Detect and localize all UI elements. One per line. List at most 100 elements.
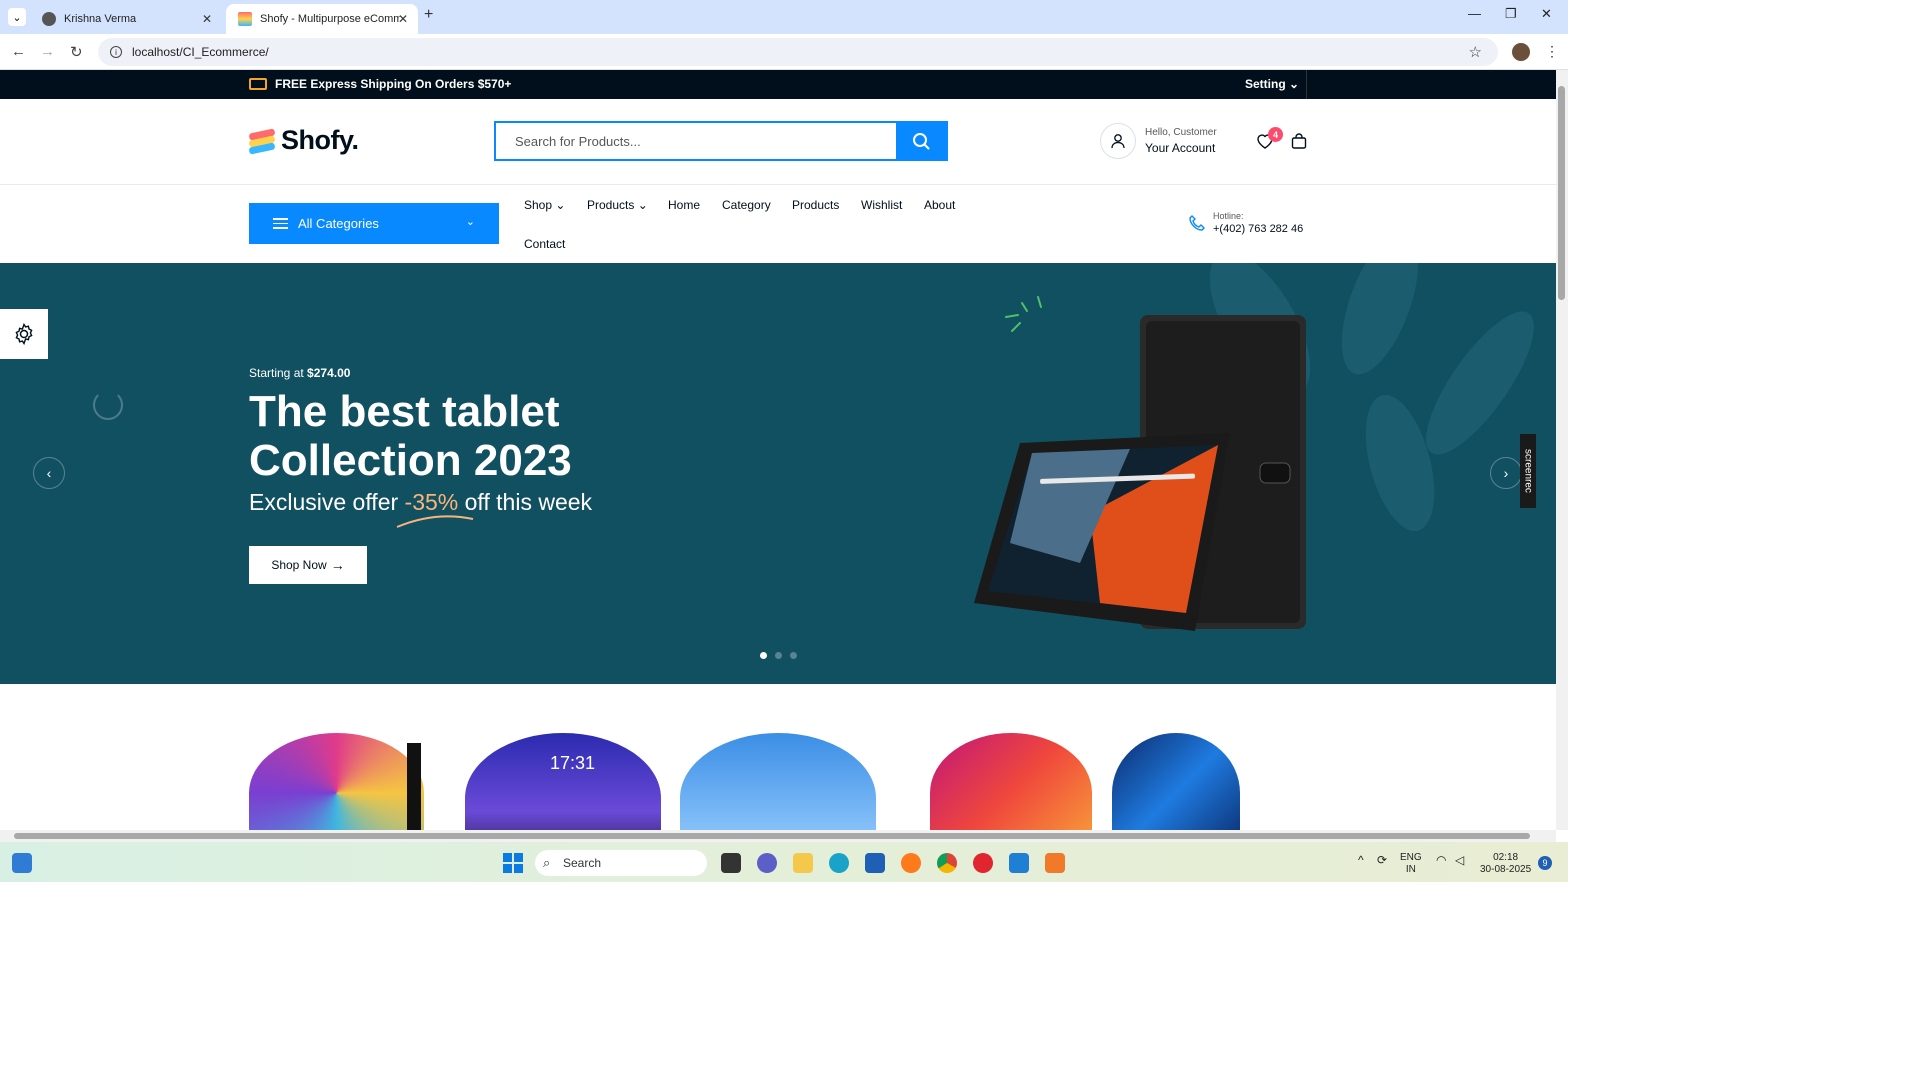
address-bar-row: ← → ↻ i localhost/CI_Ecommerce/ ☆: [0, 34, 1568, 70]
category-thumb-5[interactable]: [1112, 733, 1240, 830]
hotline: Hotline: +(402) 763 282 46: [1188, 211, 1303, 235]
notification-badge[interactable]: 9: [1538, 856, 1552, 870]
slider-dot-3[interactable]: [790, 652, 797, 659]
window-close-icon[interactable]: ✕: [1541, 6, 1552, 22]
profile-avatar[interactable]: [1512, 43, 1530, 61]
wifi-icon[interactable]: ◠: [1436, 854, 1446, 866]
lang-line1: ENG: [1400, 852, 1422, 863]
slider-dot-2[interactable]: [775, 652, 782, 659]
new-tab-button[interactable]: +: [424, 6, 433, 24]
close-tab-icon[interactable]: ✕: [398, 12, 408, 26]
hero-title-line2: Collection 2023: [249, 436, 572, 485]
nav-item-wishlist[interactable]: Wishlist: [861, 198, 902, 212]
restore-icon[interactable]: ❐: [1505, 6, 1517, 22]
starting-prefix: Starting at: [249, 366, 304, 380]
category-thumb-2[interactable]: 17:31: [465, 733, 661, 830]
category-image: [465, 733, 661, 830]
user-icon: [1100, 123, 1136, 159]
firefox-icon[interactable]: [901, 853, 921, 873]
chevron-down-icon: ⌄: [1289, 77, 1300, 91]
teams-chat-icon[interactable]: [757, 853, 777, 873]
xampp-icon[interactable]: [1045, 853, 1065, 873]
taskbar-search[interactable]: ⌕ Search: [535, 850, 707, 876]
scroll-thumb[interactable]: [1558, 86, 1565, 300]
promo-topbar: FREE Express Shipping On Orders $570+ Se…: [0, 70, 1556, 99]
category-thumb-4[interactable]: [930, 733, 1092, 830]
starting-price: Starting at $274.00: [249, 366, 350, 380]
language-indicator[interactable]: ENG IN: [1400, 852, 1422, 876]
hero-subtitle: Exclusive offer -35% off this week: [249, 489, 592, 516]
underline-swoosh-icon: [396, 515, 474, 528]
clock-time: 02:18: [1493, 852, 1519, 863]
slider-dot-1[interactable]: [760, 652, 767, 659]
chevron-left-icon: ‹: [46, 465, 52, 481]
chevron-right-icon: ›: [1503, 465, 1509, 481]
clock[interactable]: 02:18 30-08-2025: [1480, 852, 1531, 876]
vertical-scrollbar[interactable]: [1556, 70, 1568, 830]
nav-item-products-dropdown[interactable]: Products ⌄: [587, 198, 648, 212]
file-explorer-icon[interactable]: [793, 853, 813, 873]
bookmark-star-icon[interactable]: ☆: [1469, 43, 1482, 61]
search-bar: [494, 121, 948, 161]
nav-item-products[interactable]: Products: [792, 198, 839, 212]
back-icon[interactable]: ←: [11, 43, 26, 60]
vscode-icon[interactable]: [1009, 853, 1029, 873]
tab-title: Shofy - Multipurpose eCommer: [260, 13, 400, 25]
shop-now-button[interactable]: Shop Now →: [249, 546, 367, 584]
category-image: [930, 733, 1092, 830]
nav-item-shop[interactable]: Shop ⌄: [524, 198, 565, 212]
screenrec-overlay[interactable]: screenrec: [1520, 434, 1536, 508]
reload-icon[interactable]: ↻: [70, 43, 83, 61]
menu-icon: [273, 215, 288, 232]
volume-icon[interactable]: ◁: [1455, 854, 1464, 866]
scroll-thumb[interactable]: [14, 833, 1530, 839]
category-thumb-3[interactable]: [680, 733, 876, 830]
nav-item-contact[interactable]: Contact: [524, 237, 565, 251]
cart-bag-icon[interactable]: [1290, 132, 1308, 150]
search-button[interactable]: [896, 123, 946, 159]
site-logo[interactable]: Shofy.: [248, 125, 359, 156]
nav-item-home[interactable]: Home: [668, 198, 700, 212]
site-info-icon[interactable]: i: [110, 46, 122, 58]
minimize-icon[interactable]: —: [1468, 6, 1481, 21]
logo-text: Shofy.: [281, 125, 359, 155]
truck-icon: [249, 78, 267, 90]
tab-list-button[interactable]: ⌄: [8, 8, 26, 26]
tab-shofy[interactable]: Shofy - Multipurpose eCommer ✕: [226, 4, 418, 34]
logo-mark-icon: [248, 127, 276, 155]
edge-icon[interactable]: [829, 853, 849, 873]
close-tab-icon[interactable]: ✕: [202, 12, 212, 26]
tablet-clock-image: 17:31: [550, 753, 596, 773]
search-input[interactable]: [496, 123, 896, 159]
slider-prev-button[interactable]: ‹: [33, 457, 65, 489]
nav-item-category[interactable]: Category: [722, 198, 771, 212]
all-categories-button[interactable]: All Categories ⌄: [249, 203, 499, 244]
topbar-divider: [1306, 70, 1307, 99]
account-link[interactable]: Hello, Customer Your Account: [1100, 123, 1217, 159]
arrow-right-icon: →: [330, 557, 345, 573]
horizontal-scrollbar[interactable]: [0, 830, 1556, 842]
nav-item-about[interactable]: About: [924, 198, 955, 212]
browser-menu-icon[interactable]: ⋮: [1545, 43, 1559, 60]
url-text: localhost/CI_Ecommerce/: [132, 45, 269, 59]
widgets-icon[interactable]: [12, 853, 32, 873]
forward-icon[interactable]: →: [40, 43, 55, 60]
subtitle-prefix: Exclusive offer: [249, 489, 399, 515]
windows-taskbar: ⌕ Search ^ ⟳ ENG IN ◠ ◁ 02:18 30-08-2025…: [0, 842, 1568, 882]
category-thumb-1[interactable]: [249, 733, 424, 830]
sync-icon[interactable]: ⟳: [1377, 854, 1387, 866]
main-navigation: All Categories ⌄ Shop ⌄ Products ⌄ Home …: [0, 185, 1556, 263]
opera-icon[interactable]: [973, 853, 993, 873]
tray-expand-icon[interactable]: ^: [1358, 854, 1364, 866]
store-icon[interactable]: [865, 853, 885, 873]
chrome-icon[interactable]: [937, 853, 957, 873]
url-field[interactable]: i localhost/CI_Ecommerce/ ☆: [98, 38, 1498, 66]
tab-krishna-verma[interactable]: Krishna Verma ✕: [30, 4, 222, 34]
search-icon: ⌕: [543, 855, 551, 870]
setting-dropdown[interactable]: Setting ⌄: [1245, 77, 1299, 91]
windows-start-icon[interactable]: [503, 853, 523, 873]
slider-next-button[interactable]: ›: [1490, 457, 1522, 489]
task-view-icon[interactable]: [721, 853, 741, 873]
subtitle-suffix: off this week: [464, 489, 593, 515]
settings-toggle-button[interactable]: [0, 309, 48, 359]
